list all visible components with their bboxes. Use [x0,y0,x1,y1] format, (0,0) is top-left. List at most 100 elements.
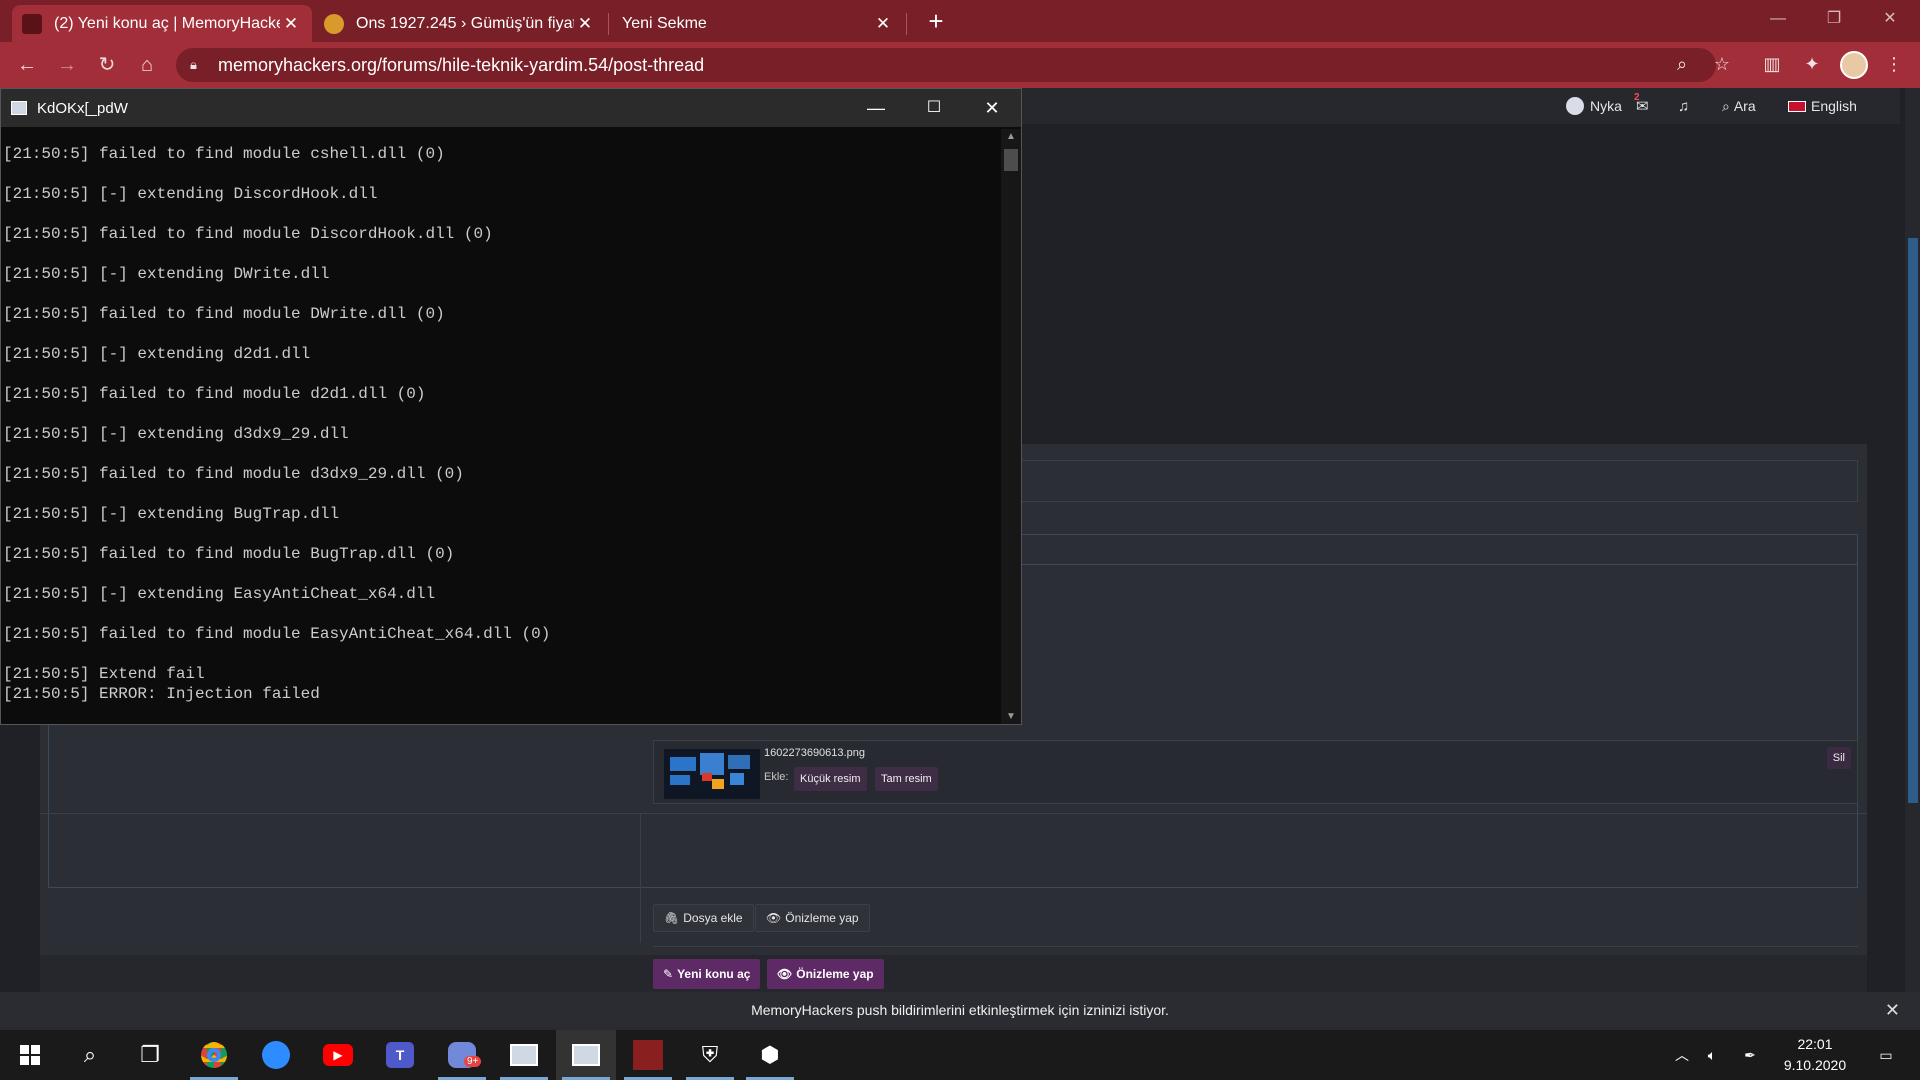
console-line: [21:50:5] [-] extending d2d1.dll [3,345,311,363]
bookmark-star-icon[interactable]: ☆ [1708,50,1736,78]
submit-preview-label: Önizleme yap [796,967,874,981]
tab-title: Yeni Sekme [622,14,707,32]
eye-icon: 👁︎ [766,911,782,925]
clock-time: 22:01 [1797,1036,1833,1052]
browser-menu-icon[interactable]: ⋮ [1880,50,1908,78]
submit-preview-button[interactable]: 👁︎ Önizleme yap [767,959,884,989]
insert-thumbnail-button[interactable]: Küçük resim [794,767,867,791]
insert-full-image-button[interactable]: Tam resim [875,767,938,791]
game-app-icon[interactable] [618,1030,678,1080]
url-text: memoryhackers.org/forums/hile-teknik-yar… [218,54,705,75]
browser-restore-button[interactable]: ❐ [1806,0,1862,38]
clock-date: 9.10.2020 [1783,1057,1847,1073]
push-text: push bildirimlerini etkinleştirmek [853,1002,1059,1018]
close-tab-icon[interactable]: ✕ [872,14,894,34]
console-line: [21:50:5] [-] extending DWrite.dll [3,265,330,283]
search-icon[interactable]: ⌕ [60,1030,120,1080]
shield-icon[interactable]: ⛨ [680,1030,740,1080]
reload-icon[interactable]: ↻ [92,50,122,80]
page-scrollbar-thumb[interactable] [1908,238,1918,803]
delete-attachment-button[interactable]: Sil [1826,747,1851,769]
close-tab-icon[interactable]: ✕ [574,14,596,34]
console-line: [21:50:5] [-] extending BugTrap.dll [3,505,340,523]
console-minimize-button[interactable]: — [847,89,905,127]
tab-silver-price[interactable]: Ons 1927.245 › Gümüş'ün fiyatı v ✕ [314,5,606,42]
notification-center-icon[interactable]: ▭ [1866,1030,1906,1080]
scroll-up-arrow-icon[interactable]: ▲ [1001,131,1021,142]
browser-tab-bar: (2) Yeni konu aç | MemoryHackers ✕ Ons 1… [0,0,1920,42]
create-thread-button[interactable]: ✎ Yeni konu aç [653,959,761,989]
back-arrow-icon[interactable]: ← [12,50,42,80]
eye-icon: 👁︎ [777,967,793,981]
console-scrollbar[interactable]: ▲ ▼ [1001,129,1021,724]
profile-avatar[interactable] [1840,51,1868,79]
tab-memoryhackers[interactable]: (2) Yeni konu aç | MemoryHackers ✕ [12,5,312,42]
console-app-taskbar-icon[interactable] [494,1030,554,1080]
user-avatar [1566,97,1584,115]
console-app-taskbar-icon-active[interactable] [556,1030,616,1080]
forward-arrow-icon[interactable]: → [52,50,82,80]
tab-title: Ons 1927.245 › Gümüş'ün fiyatı v [356,14,574,32]
browser-close-button[interactable]: ✕ [1862,0,1918,38]
preview-button[interactable]: 👁︎ Önizleme yap [755,904,870,932]
scroll-down-arrow-icon[interactable]: ▼ [1001,711,1021,722]
create-thread-label: Yeni konu aç [677,967,751,981]
console-close-button[interactable]: ✕ [963,89,1021,127]
system-clock[interactable]: 22:01 9.10.2020 [1770,1034,1860,1076]
attachment-thumbnail[interactable] [664,749,760,799]
browser-minimize-button[interactable]: — [1750,0,1806,38]
search-label: Ara [1733,98,1756,114]
console-line: [21:50:5] [-] extending EasyAntiCheat_x6… [3,585,436,603]
search-button[interactable]: ⌕ Ara [1722,88,1756,124]
memoryhackers-favicon-icon [22,13,42,34]
console-title: KdOKx[_pdW [37,99,128,117]
virtualbox-cube-icon[interactable]: ⬢ [740,1030,800,1080]
console-line: [21:50:5] ERROR: Injection failed [3,685,320,703]
console-output: [21:50:5] failed to find module cshell.d… [3,131,1001,721]
bell-icon[interactable]: ♫ [1678,88,1689,124]
lock-icon: 🔒︎ [190,57,197,72]
address-bar[interactable]: 🔒︎ memoryhackers.org/forums/hile-teknik-… [176,48,1716,82]
username-label: Nyka [1590,98,1622,114]
windows-taskbar: ⌕ ❐ ▶ T 9+ ⛨ ⬢ ︿ 🔈︎ ✒ 22:01 9.10.2020 ▭ [0,1030,1920,1080]
console-window: KdOKx[_pdW — ☐ ✕ [21:50:5] failed to fin… [0,88,1022,725]
windows-start-icon[interactable] [0,1030,60,1080]
task-view-icon[interactable]: ❐ [120,1030,180,1080]
discord-icon[interactable]: 9+ [432,1030,492,1080]
home-icon[interactable]: ⌂ [132,50,162,80]
preview-label: Önizleme yap [785,911,859,925]
form-divider [653,946,1858,947]
extensions-puzzle-icon[interactable]: ✦ [1798,50,1826,78]
messages-badge: 2 [1634,92,1640,103]
tray-overflow-chevron-icon[interactable]: ︿ [1668,1030,1696,1080]
console-line: [21:50:5] failed to find module EasyAnti… [3,625,551,643]
new-tab-button[interactable]: + [922,7,950,35]
console-scrollbar-thumb[interactable] [1004,149,1018,171]
browser-toolbar: ← → ↻ ⌂ 🔒︎ memoryhackers.org/forums/hile… [0,42,1920,88]
user-menu[interactable]: Nyka [1566,88,1622,124]
console-title-bar[interactable]: KdOKx[_pdW — ☐ ✕ [1,89,1021,127]
console-line: [21:50:5] Extend fail [3,665,205,683]
youtube-icon[interactable]: ▶ [308,1030,368,1080]
console-line: [21:50:5] [-] extending d3dx9_29.dll [3,425,349,443]
discord-badge: 9+ [464,1056,482,1067]
teams-icon[interactable]: T [370,1030,430,1080]
uk-flag-icon [1788,100,1806,112]
messages-button[interactable]: ✉ 2 [1634,88,1649,124]
zoom-icon[interactable]: ⌕ [1668,50,1696,78]
close-tab-icon[interactable]: ✕ [280,14,302,34]
language-selector[interactable]: English [1788,88,1857,124]
volume-icon[interactable]: 🔈︎ [1698,1030,1726,1080]
pen-icon[interactable]: ✒ [1736,1030,1764,1080]
push-notification-bar: MemoryHackers push bildirimlerini etkinl… [0,992,1920,1028]
console-maximize-button[interactable]: ☐ [905,89,963,127]
attach-file-button[interactable]: 🖇︎ Dosya ekle [653,904,754,932]
tab-new-tab[interactable]: Yeni Sekme ✕ [612,5,904,42]
console-line: [21:50:5] [-] extending DiscordHook.dll [3,185,378,203]
close-push-bar-icon[interactable]: ✕ [1885,992,1900,1028]
paperclip-icon: 🖇︎ [664,911,680,925]
chrome-icon[interactable] [184,1030,244,1080]
trash-extension-icon[interactable]: ▥ [1758,50,1786,78]
zoom-app-icon[interactable] [246,1030,306,1080]
console-app-icon [11,101,27,115]
